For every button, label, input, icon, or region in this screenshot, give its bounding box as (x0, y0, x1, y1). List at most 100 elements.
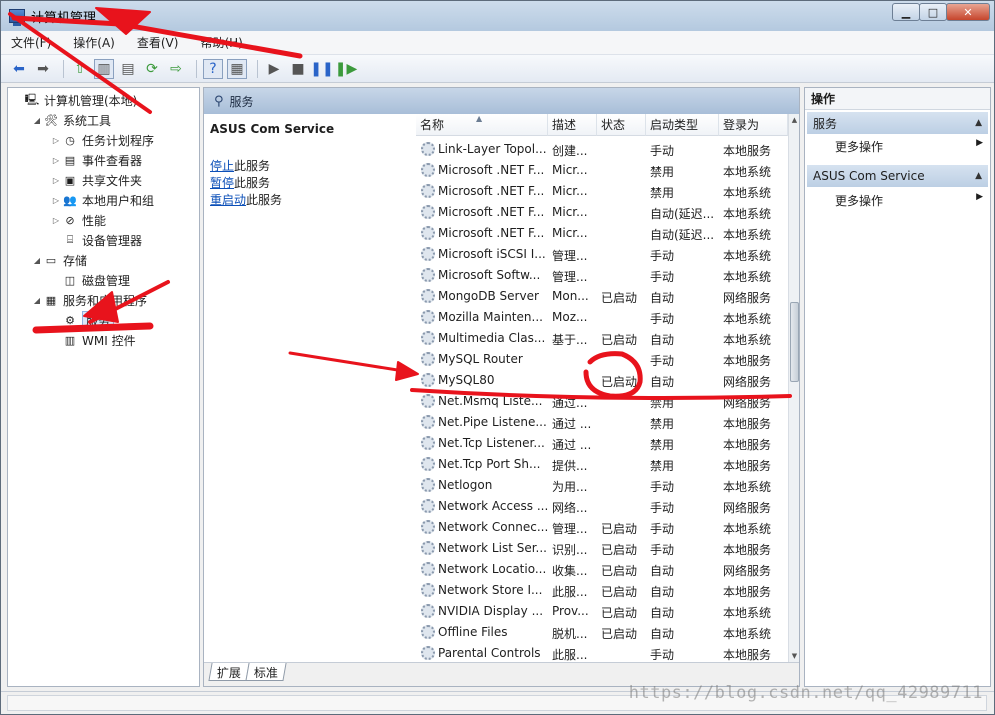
show-tree-icon[interactable]: ▥ (94, 58, 114, 79)
table-row[interactable]: Multimedia Clas... 基于... 已启动 自动 本地系统 (416, 328, 788, 349)
scrollbar-thumb[interactable] (790, 302, 799, 382)
restart-service-icon[interactable]: ❚▶ (335, 59, 358, 79)
tree-item[interactable]: ◫ 磁盘管理 (50, 270, 130, 290)
services-scrollbar[interactable]: ▲ ▼ (788, 114, 799, 662)
tab-extended[interactable]: 扩展 (208, 663, 250, 681)
table-row[interactable]: Network Locatio... 收集... 已启动 自动 网络服务 (416, 559, 788, 580)
properties-icon[interactable]: ▤ (118, 59, 138, 79)
service-name: Microsoft .NET F... (438, 205, 545, 219)
tree-expander-icon[interactable]: ▷ (50, 156, 62, 165)
table-row[interactable]: Microsoft .NET F... Micr... 禁用 本地系统 (416, 181, 788, 202)
table-row[interactable]: Microsoft .NET F... Micr... 自动(延迟... 本地系统 (416, 223, 788, 244)
tree-item[interactable]: ▷ ▣ 共享文件夹 (50, 170, 142, 190)
computer-management-window: 计算机管理 ▁ □ ✕ 文件(F) 操作(A) 查看(V) 帮助(H) ⬅ ➡ … (0, 0, 995, 715)
table-row[interactable]: Microsoft .NET F... Micr... 自动(延迟... 本地系统 (416, 202, 788, 223)
table-row[interactable]: Network Access ... 网络... 手动 网络服务 (416, 496, 788, 517)
tree-expander-icon[interactable]: ▷ (50, 216, 62, 225)
table-row[interactable]: NVIDIA Display ... Prov... 已启动 自动 本地系统 (416, 601, 788, 622)
tree-item[interactable]: 🖳 计算机管理(本地) (12, 90, 138, 110)
back-arrow-icon[interactable]: ⬅ (9, 59, 29, 79)
table-row[interactable]: Network Store I... 此服... 已启动 自动 本地服务 (416, 580, 788, 601)
service-log-on-as: 本地服务 (723, 543, 772, 557)
table-row[interactable]: Microsoft Softw... 管理... 手动 本地系统 (416, 265, 788, 286)
table-row[interactable]: Link-Layer Topol... 创建... 手动 本地服务 (416, 139, 788, 160)
tree-expander-icon[interactable]: ▷ (50, 196, 62, 205)
scroll-up-icon[interactable]: ▲ (789, 114, 799, 126)
table-row[interactable]: Net.Pipe Listene... 通过 ... 禁用 本地服务 (416, 412, 788, 433)
table-row[interactable]: Network Connec... 管理... 已启动 手动 本地系统 (416, 517, 788, 538)
tree-item[interactable]: ⌸ 设备管理器 (50, 230, 142, 250)
table-row[interactable]: Net.Msmq Liste... 通过... 禁用 网络服务 (416, 391, 788, 412)
tree-item[interactable]: ▥ WMI 控件 (50, 330, 136, 350)
menu-action[interactable]: 操作(A) (73, 34, 115, 51)
tree-expander-icon[interactable]: ▷ (50, 176, 62, 185)
actions-group-services[interactable]: 服务 ▲ (807, 112, 988, 134)
action-pane-icon[interactable]: ▦ (227, 58, 247, 79)
refresh-icon[interactable]: ⟳ (142, 59, 162, 79)
table-row[interactable]: Mozilla Mainten... Moz... 手动 本地系统 (416, 307, 788, 328)
table-row[interactable]: Microsoft .NET F... Micr... 禁用 本地系统 (416, 160, 788, 181)
column-header-description[interactable]: 描述 (548, 114, 597, 136)
tree-item[interactable]: ▷ ▤ 事件查看器 (50, 150, 142, 170)
actions-group-selected-service[interactable]: ASUS Com Service ▲ (807, 165, 988, 187)
up-folder-icon[interactable]: ⇧ (70, 59, 90, 79)
table-row[interactable]: Netlogon 为用... 手动 本地系统 (416, 475, 788, 496)
collapse-icon[interactable]: ▲ (975, 118, 982, 128)
tree-item[interactable]: ⚙ 服务 (50, 310, 115, 330)
more-actions-selected-service[interactable]: 更多操作 ▶ (835, 192, 985, 209)
table-row[interactable]: MySQL80 已启动 自动 网络服务 (416, 370, 788, 391)
service-gear-icon (421, 604, 435, 618)
service-status: 已启动 (601, 522, 638, 536)
close-button[interactable]: ✕ (946, 3, 990, 21)
tree-expander-icon[interactable]: ◢ (31, 116, 43, 125)
tree-expander-icon[interactable]: ◢ (31, 256, 43, 265)
table-row[interactable]: Net.Tcp Port Sh... 提供... 禁用 本地服务 (416, 454, 788, 475)
tree-item[interactable]: ◢ ▦ 服务和应用程序 (31, 290, 147, 310)
maximize-button[interactable]: □ (919, 3, 947, 21)
start-service-icon[interactable]: ▶ (264, 59, 284, 79)
tab-standard[interactable]: 标准 (245, 663, 287, 681)
service-gear-icon (421, 163, 435, 177)
tree-expander-icon[interactable]: ▷ (50, 136, 62, 145)
column-header-log-on-as[interactable]: 登录为 (719, 114, 788, 136)
column-header-startup-type[interactable]: 启动类型 (646, 114, 719, 136)
menu-file[interactable]: 文件(F) (11, 34, 51, 51)
stop-service-link-text: 此服务 (234, 159, 271, 173)
forward-arrow-icon[interactable]: ➡ (33, 59, 53, 79)
service-startup-type: 手动 (650, 144, 675, 158)
table-row[interactable]: Parental Controls 此服... 手动 本地服务 (416, 643, 788, 662)
service-status: 已启动 (601, 291, 638, 305)
table-row[interactable]: MySQL Router 手动 本地服务 (416, 349, 788, 370)
pause-service-icon[interactable]: ❚❚ (310, 59, 333, 79)
pause-service-link[interactable]: 暂停 (210, 176, 234, 190)
export-list-icon[interactable]: ⇨ (166, 59, 186, 79)
menu-help[interactable]: 帮助(H) (200, 34, 242, 51)
stop-service-link[interactable]: 停止 (210, 159, 234, 173)
table-row[interactable]: Offline Files 脱机... 已启动 自动 本地系统 (416, 622, 788, 643)
scroll-down-icon[interactable]: ▼ (789, 650, 799, 662)
tree-item[interactable]: ▷ ⊘ 性能 (50, 210, 106, 230)
tree-item-label: 共享文件夹 (82, 173, 143, 188)
menu-view[interactable]: 查看(V) (137, 34, 179, 51)
help-icon[interactable]: ? (203, 58, 223, 79)
collapse-icon[interactable]: ▲ (975, 171, 982, 181)
service-description: 通过 ... (552, 417, 592, 431)
service-name: MySQL Router (438, 352, 523, 366)
minimize-button[interactable]: ▁ (892, 3, 920, 21)
service-description: 识别... (552, 543, 588, 557)
restart-service-link[interactable]: 重启动 (210, 193, 246, 207)
table-row[interactable]: Network List Ser... 识别... 已启动 手动 本地服务 (416, 538, 788, 559)
tree-item[interactable]: ▷ ◷ 任务计划程序 (50, 130, 154, 150)
column-header-name[interactable]: 名称 ▲ (416, 114, 548, 136)
stop-service-icon[interactable]: ■ (288, 59, 308, 79)
table-row[interactable]: MongoDB Server Mon... 已启动 自动 网络服务 (416, 286, 788, 307)
table-row[interactable]: Microsoft iSCSI I... 管理... 手动 本地系统 (416, 244, 788, 265)
tree-item[interactable]: ▷ 👥 本地用户和组 (50, 190, 154, 210)
column-header-status[interactable]: 状态 (597, 114, 646, 136)
tree-expander-icon[interactable]: ◢ (31, 296, 43, 305)
more-actions-services[interactable]: 更多操作 ▶ (835, 138, 985, 155)
tree-item[interactable]: ◢ ▭ 存储 (31, 250, 87, 270)
service-gear-icon (421, 310, 435, 324)
tree-item[interactable]: ◢ 🛠 系统工具 (31, 110, 111, 130)
table-row[interactable]: Net.Tcp Listener... 通过 ... 禁用 本地服务 (416, 433, 788, 454)
